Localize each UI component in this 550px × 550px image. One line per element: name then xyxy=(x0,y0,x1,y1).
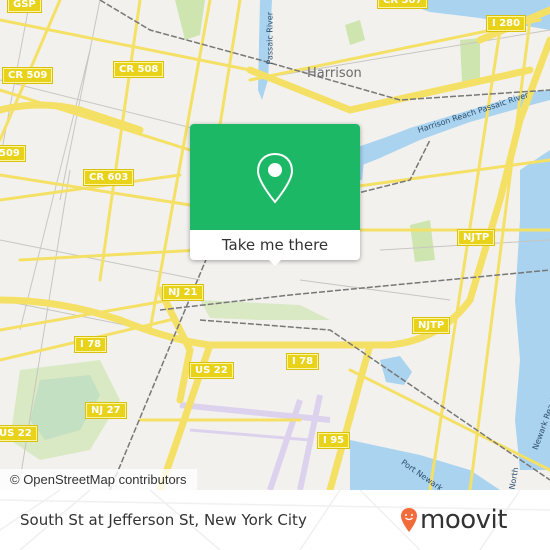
moovit-logo[interactable]: moovit xyxy=(400,504,507,536)
route-shield-us22: US 22 xyxy=(189,362,234,379)
place-label-harrison: Harrison xyxy=(307,66,362,81)
route-shield-i95: I 95 xyxy=(316,432,351,449)
route-shield-njtp: NJTP xyxy=(456,229,496,246)
airport-layer xyxy=(179,394,331,490)
popup-header[interactable] xyxy=(190,124,360,230)
popup-pointer xyxy=(267,258,283,266)
route-shield-cr603: CR 603 xyxy=(82,169,135,186)
map-pin-icon xyxy=(256,152,294,204)
route-shield-gsp: GSP xyxy=(7,0,42,13)
route-shield-i78-west: I 78 xyxy=(73,336,108,353)
water-label-passaic-river: Passaic River xyxy=(265,12,275,65)
footer-bar: South St at Jefferson St, New York City … xyxy=(0,490,550,550)
route-shield-nj27: NJ 27 xyxy=(85,402,127,419)
moovit-wordmark: moovit xyxy=(420,505,507,535)
moovit-pin-icon xyxy=(401,508,417,532)
route-shield-cr509: CR 509 xyxy=(1,67,54,84)
route-shield-us22-west: US 22 xyxy=(0,425,38,442)
route-shield-cr509-partial: 509 xyxy=(0,145,26,162)
route-shield-cr507: CR 507 xyxy=(376,0,429,9)
route-shield-njtp-2: NJTP xyxy=(411,317,451,334)
route-shield-i280: I 280 xyxy=(485,15,527,32)
route-shield-nj21: NJ 21 xyxy=(162,284,204,301)
take-me-there-button[interactable]: Take me there xyxy=(190,230,360,260)
route-shield-cr508: CR 508 xyxy=(112,61,165,78)
route-shield-i78-east: I 78 xyxy=(285,353,320,370)
location-popup[interactable]: Take me there xyxy=(190,124,360,266)
map[interactable]: Harrison Harrison Reach Passaic River Pa… xyxy=(0,0,550,490)
map-attribution[interactable]: © OpenStreetMap contributors xyxy=(0,469,197,490)
stop-address: South St at Jefferson St, New York City xyxy=(20,511,307,529)
